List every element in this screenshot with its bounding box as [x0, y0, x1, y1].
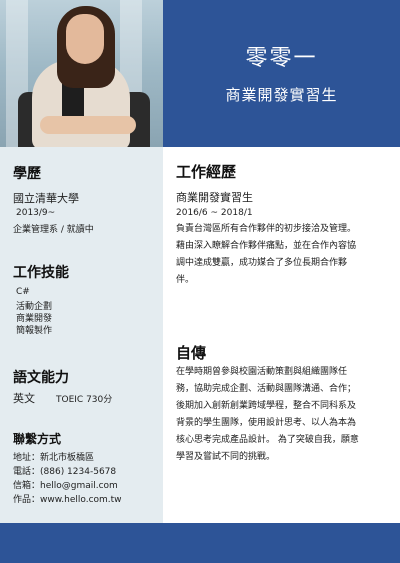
education-school: 國立清華大學 — [13, 192, 79, 205]
experience-line: 藉由深入瞭解合作夥伴痛點，並在合作內容協 — [176, 241, 357, 251]
about-line: 背景的學生團隊，使用設計思考、以人為本為 — [176, 418, 357, 428]
header-band: 零零一 商業開發實習生 — [163, 0, 400, 147]
experience-line: 負責台灣區所有合作夥伴的初步接洽及管理。 — [176, 224, 357, 234]
person-title: 商業開發實習生 — [225, 86, 338, 104]
experience-period: 2016/6 ~ 2018/1 — [176, 208, 253, 218]
language-heading: 語文能力 — [13, 370, 69, 386]
skill-item: C# — [16, 287, 30, 297]
language-score: TOEIC 730分 — [56, 395, 113, 405]
experience-line: 伴。 — [176, 275, 195, 285]
education-dept: 企業管理系 / 就讀中 — [13, 225, 94, 235]
education-period: 2013/9~ — [16, 208, 56, 218]
skills-heading: 工作技能 — [13, 265, 69, 281]
education-heading: 學歷 — [13, 166, 41, 182]
contact-website-link[interactable]: 作品：www.hello.com.tw — [13, 492, 122, 505]
contact-address: 地址：新北市板橋區 — [13, 453, 95, 463]
contact-email-link[interactable]: 信箱：hello@gmail.com — [13, 478, 118, 491]
about-line: 在學時期曾參與校園活動策劃與組織團隊任 — [176, 367, 348, 377]
language-name: 英文 — [13, 392, 35, 405]
experience-line: 調中達成雙贏，成功媒合了多位長期合作夥 — [176, 258, 348, 268]
profile-photo — [0, 0, 163, 147]
about-line: 學習及嘗試不同的挑戰。 — [176, 452, 276, 462]
about-line: 核心思考完成產品設計。 為了突破自我，願意 — [176, 435, 359, 445]
sidebar: 學歷 國立清華大學 2013/9~ 企業管理系 / 就讀中 工作技能 C# 活動… — [0, 147, 163, 523]
about-description: 在學時期曾參與校園活動策劃與組織團隊任 務，協助完成企劃、活動與團隊溝通、合作；… — [176, 364, 396, 466]
person-name: 零零一 — [245, 46, 318, 71]
experience-role: 商業開發實習生 — [176, 191, 253, 204]
skill-item: 簡報製作 — [16, 326, 53, 336]
about-heading: 自傳 — [176, 344, 207, 362]
about-line: 務，協助完成企劃、活動與團隊溝通、合作； — [176, 384, 357, 394]
footer-band — [0, 523, 400, 563]
contact-phone: 電話：(886) 1234-5678 — [13, 467, 117, 477]
contact-heading: 聯繫方式 — [13, 432, 62, 446]
photo-arm — [40, 116, 136, 134]
about-line: 後期加入創新創業跨域學程，整合不同科系及 — [176, 401, 357, 411]
experience-description: 負責台灣區所有合作夥伴的初步接洽及管理。 藉由深入瞭解合作夥伴痛點，並在合作內容… — [176, 221, 394, 289]
experience-heading: 工作經歷 — [176, 163, 237, 181]
photo-face — [66, 14, 104, 64]
